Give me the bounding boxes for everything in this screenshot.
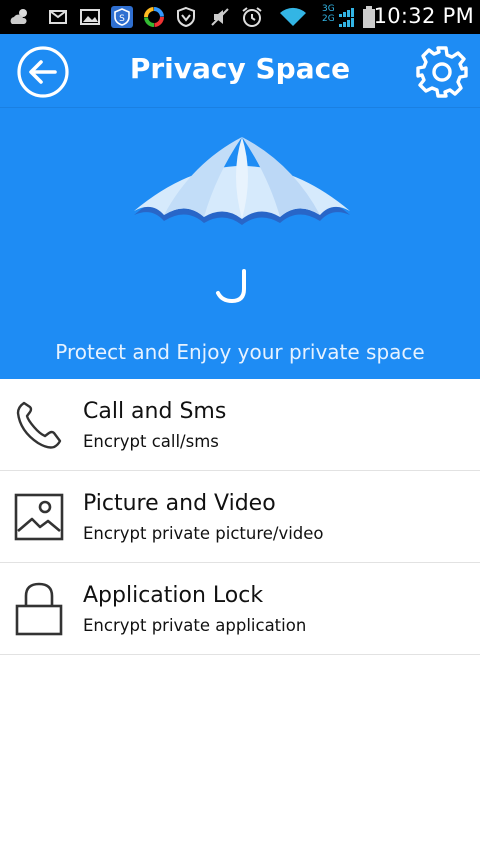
list-item-title: Application Lock	[83, 583, 264, 608]
picture-icon	[14, 493, 64, 541]
alarm-icon	[242, 7, 262, 27]
list-item-application-lock[interactable]: Application Lock Encrypt private applica…	[0, 563, 480, 655]
list-item-subtitle: Encrypt call/sms	[83, 432, 219, 451]
status-bar: S 3G 2G 10:32 PM	[0, 0, 480, 34]
list-item-title: Call and Sms	[83, 399, 227, 424]
weather-icon	[10, 9, 27, 24]
app-ring-icon	[144, 7, 164, 27]
list-item-call-sms[interactable]: Call and Sms Encrypt call/sms	[0, 379, 480, 471]
settings-gear-icon[interactable]	[414, 44, 470, 100]
phone-icon	[16, 401, 62, 449]
message-icon	[49, 10, 67, 24]
privacy-options-list: Call and Sms Encrypt call/sms Picture an…	[0, 379, 480, 655]
gallery-icon	[80, 9, 100, 25]
shield-icon	[177, 6, 195, 28]
list-item-picture-video[interactable]: Picture and Video Encrypt private pictur…	[0, 471, 480, 563]
svg-text:S: S	[119, 14, 125, 24]
list-item-title: Picture and Video	[83, 491, 276, 516]
network-2g-label: 2G	[322, 14, 335, 24]
lock-icon	[15, 582, 63, 636]
umbrella-icon	[134, 137, 350, 304]
signal-icon	[339, 8, 354, 27]
list-item-subtitle: Encrypt private picture/video	[83, 524, 324, 543]
security-app-icon: S	[111, 6, 133, 28]
wifi-icon	[280, 7, 306, 26]
header-divider	[0, 107, 480, 108]
page-title: Privacy Space	[129, 52, 351, 85]
clock: 10:32 PM	[373, 4, 474, 28]
list-item-subtitle: Encrypt private application	[83, 616, 307, 635]
mute-icon	[211, 8, 229, 26]
network-3g-label: 3G	[322, 4, 335, 14]
banner-tagline: Protect and Enjoy your private space	[55, 340, 425, 364]
